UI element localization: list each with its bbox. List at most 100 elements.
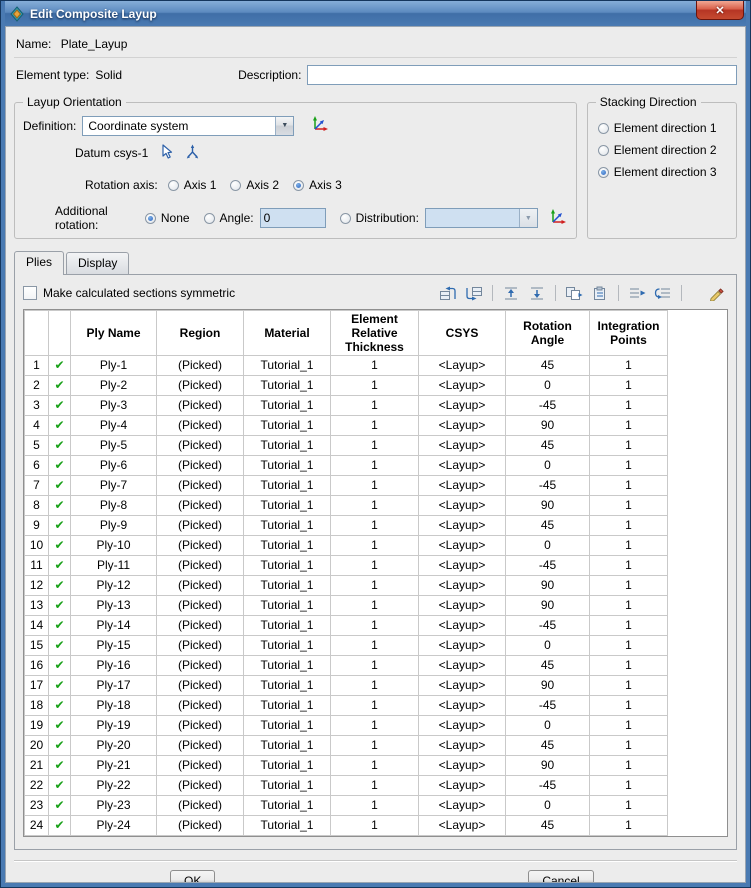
integration-points-cell[interactable]: 1 xyxy=(589,355,668,376)
material-cell[interactable]: Tutorial_1 xyxy=(243,395,331,416)
ply-name-cell[interactable]: Ply-12 xyxy=(70,575,157,596)
edit-pattern-icon[interactable] xyxy=(704,283,728,303)
region-cell[interactable]: (Picked) xyxy=(156,735,244,756)
material-cell[interactable]: Tutorial_1 xyxy=(243,355,331,376)
insert-ply-after-icon[interactable] xyxy=(462,283,486,303)
rotation-angle-cell[interactable]: 45 xyxy=(505,735,590,756)
thickness-cell[interactable]: 1 xyxy=(330,455,419,476)
row-number-cell[interactable]: 23 xyxy=(24,795,49,816)
csys-cell[interactable]: <Layup> xyxy=(418,615,506,636)
rotation-angle-cell[interactable]: 90 xyxy=(505,595,590,616)
integration-points-cell[interactable]: 1 xyxy=(589,695,668,716)
row-number-cell[interactable]: 13 xyxy=(24,595,49,616)
thickness-cell[interactable]: 1 xyxy=(330,815,419,836)
integration-points-cell[interactable]: 1 xyxy=(589,375,668,396)
row-number-cell[interactable]: 8 xyxy=(24,495,49,516)
material-cell[interactable]: Tutorial_1 xyxy=(243,415,331,436)
distribution-triad-icon[interactable] xyxy=(548,208,568,229)
integration-points-cell[interactable]: 1 xyxy=(589,415,668,436)
integration-points-cell[interactable]: 1 xyxy=(589,795,668,816)
insert-ply-before-icon[interactable] xyxy=(436,283,460,303)
row-status-cell[interactable]: ✔ xyxy=(48,475,71,496)
rotation-angle-cell[interactable]: -45 xyxy=(505,695,590,716)
thickness-cell[interactable]: 1 xyxy=(330,475,419,496)
integration-points-cell[interactable]: 1 xyxy=(589,615,668,636)
integration-points-cell[interactable]: 1 xyxy=(589,775,668,796)
row-status-cell[interactable]: ✔ xyxy=(48,795,71,816)
ply-name-cell[interactable]: Ply-6 xyxy=(70,455,157,476)
csys-cell[interactable]: <Layup> xyxy=(418,715,506,736)
material-cell[interactable]: Tutorial_1 xyxy=(243,555,331,576)
thickness-cell[interactable]: 1 xyxy=(330,735,419,756)
region-cell[interactable]: (Picked) xyxy=(156,675,244,696)
integration-points-cell[interactable]: 1 xyxy=(589,535,668,556)
thickness-cell[interactable]: 1 xyxy=(330,515,419,536)
write-plies-to-file-icon[interactable] xyxy=(651,283,675,303)
integration-points-cell[interactable]: 1 xyxy=(589,395,668,416)
ply-name-cell[interactable]: Ply-3 xyxy=(70,395,157,416)
rotation-angle-cell[interactable]: -45 xyxy=(505,775,590,796)
thickness-cell[interactable]: 1 xyxy=(330,495,419,516)
material-cell[interactable]: Tutorial_1 xyxy=(243,595,331,616)
rotation-angle-cell[interactable]: 45 xyxy=(505,655,590,676)
material-cell[interactable]: Tutorial_1 xyxy=(243,635,331,656)
integration-points-cell[interactable]: 1 xyxy=(589,635,668,656)
rotation-distribution-radio[interactable]: Distribution: xyxy=(339,211,419,225)
read-plies-from-file-icon[interactable] xyxy=(625,283,649,303)
definition-dropdown[interactable]: Coordinate system ▼ xyxy=(82,115,295,136)
ply-name-cell[interactable]: Ply-5 xyxy=(70,435,157,456)
row-number-cell[interactable]: 5 xyxy=(24,435,49,456)
row-number-cell[interactable]: 19 xyxy=(24,715,49,736)
tab-plies[interactable]: Plies xyxy=(14,251,65,275)
row-number-cell[interactable]: 1 xyxy=(24,355,49,376)
rotation-angle-cell[interactable]: 45 xyxy=(505,815,590,836)
thickness-cell[interactable]: 1 xyxy=(330,675,419,696)
material-cell[interactable]: Tutorial_1 xyxy=(243,675,331,696)
csys-cell[interactable]: <Layup> xyxy=(418,755,506,776)
region-cell[interactable]: (Picked) xyxy=(156,715,244,736)
region-cell[interactable]: (Picked) xyxy=(156,695,244,716)
rotation-angle-cell[interactable]: 0 xyxy=(505,795,590,816)
ply-name-cell[interactable]: Ply-4 xyxy=(70,415,157,436)
title-bar[interactable]: Edit Composite Layup ✕ xyxy=(5,1,746,26)
row-number-cell[interactable]: 21 xyxy=(24,755,49,776)
axis-3-radio[interactable]: Axis 3 xyxy=(293,178,342,192)
csys-cell[interactable]: <Layup> xyxy=(418,535,506,556)
material-cell[interactable]: Tutorial_1 xyxy=(243,735,331,756)
rotation-angle-cell[interactable]: 45 xyxy=(505,515,590,536)
copy-plies-icon[interactable] xyxy=(562,283,586,303)
axis-1-radio[interactable]: Axis 1 xyxy=(167,178,216,192)
csys-cell[interactable]: <Layup> xyxy=(418,435,506,456)
region-cell[interactable]: (Picked) xyxy=(156,475,244,496)
csys-cell[interactable]: <Layup> xyxy=(418,815,506,836)
region-cell[interactable]: (Picked) xyxy=(156,375,244,396)
region-cell[interactable]: (Picked) xyxy=(156,755,244,776)
row-status-cell[interactable]: ✔ xyxy=(48,375,71,396)
region-cell[interactable]: (Picked) xyxy=(156,635,244,656)
material-cell[interactable]: Tutorial_1 xyxy=(243,615,331,636)
region-cell[interactable]: (Picked) xyxy=(156,355,244,376)
thickness-cell[interactable]: 1 xyxy=(330,555,419,576)
ply-name-cell[interactable]: Ply-21 xyxy=(70,755,157,776)
rotation-angle-cell[interactable]: -45 xyxy=(505,615,590,636)
ply-name-cell[interactable]: Ply-22 xyxy=(70,775,157,796)
row-status-cell[interactable]: ✔ xyxy=(48,735,71,756)
rotation-angle-cell[interactable]: 0 xyxy=(505,635,590,656)
move-ply-up-icon[interactable] xyxy=(499,283,523,303)
row-number-cell[interactable]: 14 xyxy=(24,615,49,636)
region-cell[interactable]: (Picked) xyxy=(156,555,244,576)
ply-name-cell[interactable]: Ply-9 xyxy=(70,515,157,536)
integration-points-cell[interactable]: 1 xyxy=(589,575,668,596)
thickness-cell[interactable]: 1 xyxy=(330,595,419,616)
row-status-cell[interactable]: ✔ xyxy=(48,615,71,636)
integration-points-cell[interactable]: 1 xyxy=(589,495,668,516)
csys-cell[interactable]: <Layup> xyxy=(418,355,506,376)
thickness-cell[interactable]: 1 xyxy=(330,415,419,436)
row-status-cell[interactable]: ✔ xyxy=(48,575,71,596)
region-cell[interactable]: (Picked) xyxy=(156,615,244,636)
material-cell[interactable]: Tutorial_1 xyxy=(243,435,331,456)
ply-name-cell[interactable]: Ply-19 xyxy=(70,715,157,736)
axis-2-radio[interactable]: Axis 2 xyxy=(230,178,279,192)
csys-triad-icon[interactable] xyxy=(310,115,330,136)
thickness-cell[interactable]: 1 xyxy=(330,535,419,556)
